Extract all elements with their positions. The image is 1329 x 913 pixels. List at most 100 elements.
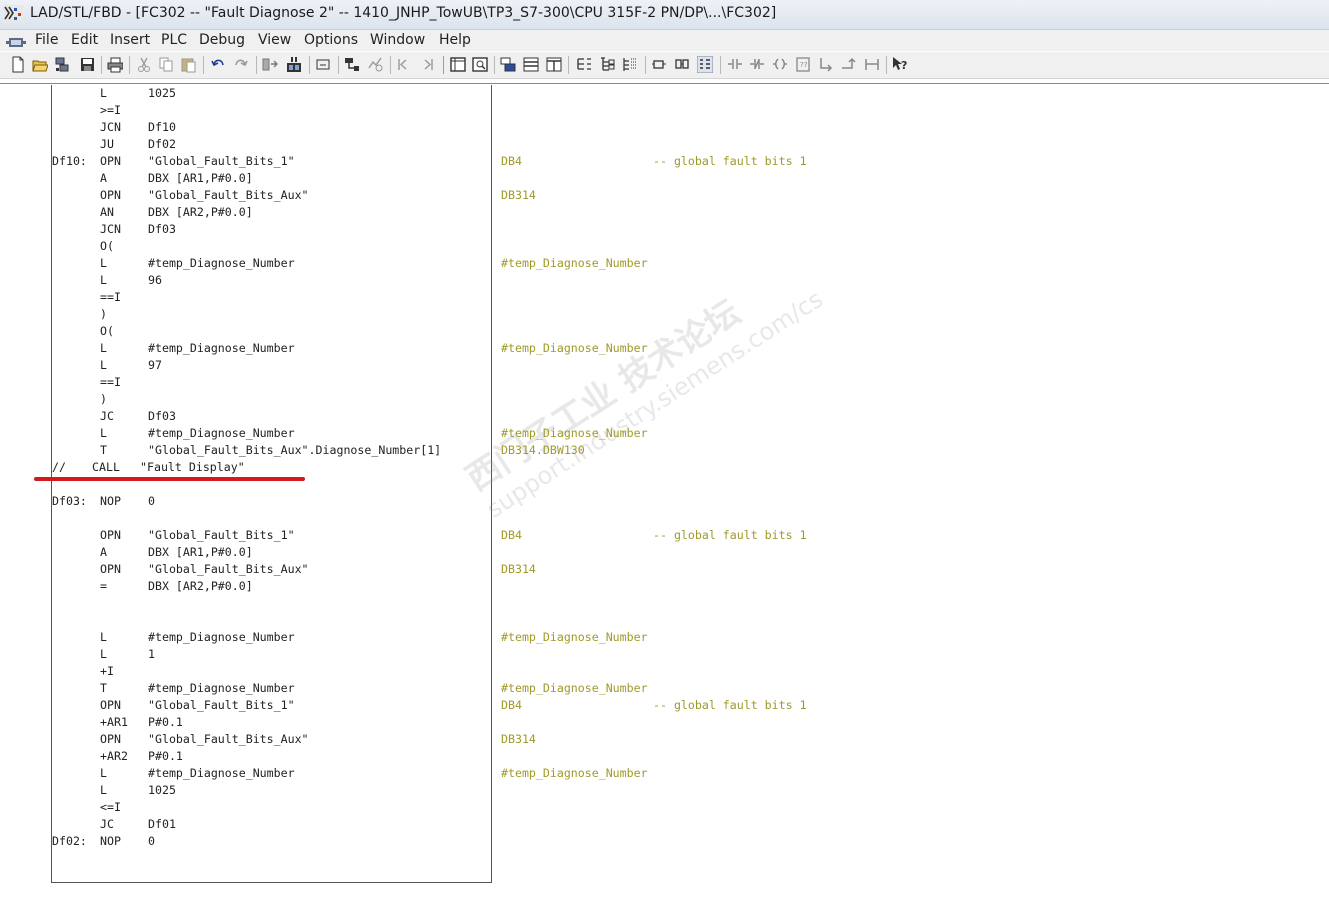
code-operator: L (100, 341, 107, 355)
code-operator: AN (100, 205, 114, 219)
next-network-icon[interactable] (419, 56, 435, 73)
list-view-icon[interactable] (523, 56, 539, 73)
copy-icon[interactable] (158, 56, 174, 73)
code-symbol-info: DB4 (501, 154, 522, 168)
menu-insert[interactable]: Insert (108, 31, 152, 49)
display-symbol-icon[interactable] (651, 56, 667, 73)
code-comment: -- global fault bits 1 (653, 698, 807, 712)
code-comment: -- global fault bits 1 (653, 528, 807, 542)
code-operand: #temp_Diagnose_Number (148, 256, 295, 270)
code-operand: "Fault Display" (140, 460, 245, 474)
code-operand: Df02 (148, 137, 176, 151)
coil-icon[interactable] (772, 56, 788, 73)
menu-file[interactable]: File (33, 31, 60, 49)
code-operator: L (100, 766, 107, 780)
code-operator: = (100, 579, 107, 593)
cut-icon[interactable] (136, 56, 152, 73)
help-icon[interactable]: ? (892, 56, 908, 73)
code-operand: DBX [AR2,P#0.0] (148, 579, 253, 593)
print-icon[interactable] (107, 56, 123, 73)
redo-icon[interactable] (233, 56, 249, 73)
code-operator: JC (100, 409, 114, 423)
code-symbol-info: #temp_Diagnose_Number (501, 681, 648, 695)
breakpoint-icon[interactable] (367, 56, 383, 73)
code-symbol-info: #temp_Diagnose_Number (501, 341, 648, 355)
code-operator: >=I (100, 103, 121, 117)
code-operand: #temp_Diagnose_Number (148, 630, 295, 644)
code-operand: P#0.1 (148, 715, 183, 729)
code-operator: L (100, 630, 107, 644)
code-operator: L (100, 426, 107, 440)
insert-network-icon[interactable] (315, 56, 331, 73)
contact-no-icon[interactable] (727, 56, 743, 73)
code-operand: #temp_Diagnose_Number (148, 681, 295, 695)
code-operator: JU (100, 137, 114, 151)
code-operator: L (100, 86, 107, 100)
code-symbol-info: #temp_Diagnose_Number (501, 630, 648, 644)
menu-help[interactable]: Help (437, 31, 473, 49)
menu-plc[interactable]: PLC (159, 31, 189, 49)
code-operator: L (100, 273, 107, 287)
code-symbol-info: DB314 (501, 732, 536, 746)
open-branch-icon[interactable] (818, 56, 834, 73)
code-operator: OPN (100, 732, 121, 746)
code-operator: OPN (100, 528, 121, 542)
online-monitor-icon[interactable] (286, 56, 302, 73)
lad-stl-fbd-app-icon[interactable] (3, 5, 23, 23)
contact-nc-icon[interactable] (749, 56, 765, 73)
data-block-icon[interactable] (622, 56, 638, 73)
columns-view-icon[interactable] (546, 56, 562, 73)
code-operand: 0 (148, 494, 155, 508)
code-operator: ) (100, 307, 107, 321)
undo-icon[interactable] (210, 56, 226, 73)
empty-box-icon[interactable]: ?? (795, 56, 811, 73)
stl-network-box (51, 85, 492, 883)
accessible-nodes-icon[interactable] (54, 56, 70, 73)
code-operator: NOP (100, 834, 121, 848)
code-symbol-info: DB4 (501, 528, 522, 542)
save-icon[interactable] (79, 56, 95, 73)
details-icon[interactable] (472, 56, 488, 73)
code-operator: A (100, 545, 107, 559)
code-operand: 1 (148, 647, 155, 661)
code-operator: ==I (100, 290, 121, 304)
connection-icon[interactable] (864, 56, 880, 73)
open-icon[interactable] (32, 56, 48, 73)
paste-icon[interactable] (180, 56, 196, 73)
symbol-info-icon[interactable] (500, 56, 516, 73)
code-operand: P#0.1 (148, 749, 183, 763)
menu-view[interactable]: View (256, 31, 293, 49)
code-operator: JCN (100, 222, 121, 236)
menu-debug[interactable]: Debug (197, 31, 247, 49)
code-operator: <=I (100, 800, 121, 814)
download-icon[interactable] (262, 56, 278, 73)
multi-instance-icon[interactable] (599, 56, 615, 73)
network-tree-icon[interactable] (576, 56, 592, 73)
code-operand: "Global_Fault_Bits_Aux" (148, 188, 309, 202)
overview-icon[interactable] (450, 56, 466, 73)
code-operand: "Global_Fault_Bits_1" (148, 154, 295, 168)
code-operator: OPN (100, 698, 121, 712)
code-operand: "Global_Fault_Bits_Aux".Diagnose_Number[… (148, 443, 442, 457)
code-operator: CALL (92, 460, 120, 474)
code-operator: +I (100, 664, 114, 678)
comment-icon[interactable] (674, 56, 690, 73)
close-branch-icon[interactable] (841, 56, 857, 73)
code-operator: ) (100, 392, 107, 406)
new-icon[interactable] (10, 56, 26, 73)
code-operand: 1025 (148, 86, 176, 100)
go-to-icon[interactable] (344, 56, 360, 73)
code-operator: NOP (100, 494, 121, 508)
code-operator: JC (100, 817, 114, 831)
previous-network-icon[interactable] (396, 56, 412, 73)
multi-display-icon[interactable] (697, 56, 713, 73)
menu-options[interactable]: Options (302, 31, 360, 49)
menu-window[interactable]: Window (368, 31, 427, 49)
document-window-icon[interactable] (6, 34, 26, 47)
menu-edit[interactable]: Edit (69, 31, 100, 49)
code-operand: DBX [AR1,P#0.0] (148, 171, 253, 185)
code-operator: O( (100, 324, 114, 338)
code-operand: DBX [AR1,P#0.0] (148, 545, 253, 559)
code-operator: OPN (100, 562, 121, 576)
code-operand: 97 (148, 358, 162, 372)
